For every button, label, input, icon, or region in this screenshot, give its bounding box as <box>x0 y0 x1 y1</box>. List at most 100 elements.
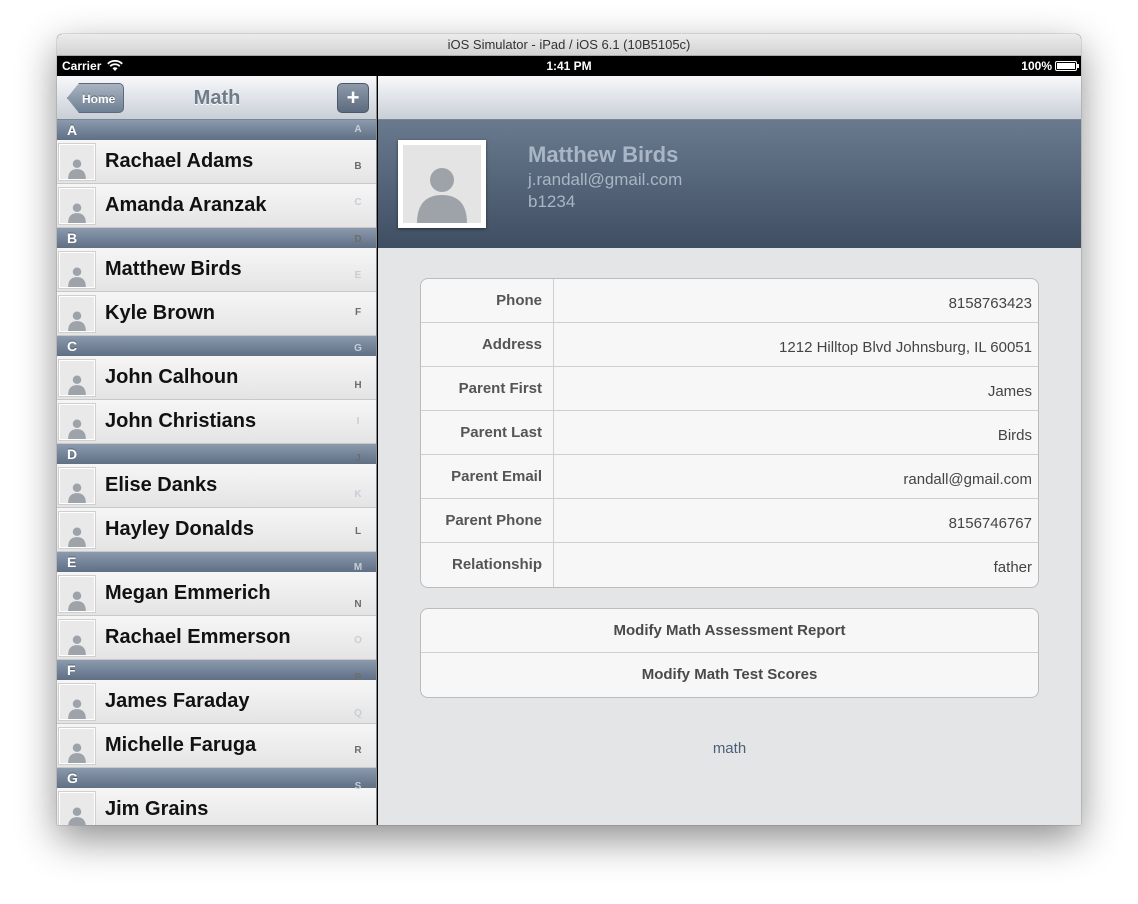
index-letter[interactable]: H <box>350 380 366 391</box>
info-label: Phone <box>421 279 554 322</box>
index-letter[interactable]: F <box>350 307 366 318</box>
person-placeholder-icon <box>59 295 95 332</box>
student-row-name: Amanda Aranzak <box>105 194 267 216</box>
student-row[interactable]: Michelle Faruga <box>57 724 376 768</box>
student-row-name: Elise Danks <box>105 474 218 496</box>
person-placeholder-icon <box>59 511 95 548</box>
simulator-window: iOS Simulator - iPad / iOS 6.1 (10B5105c… <box>57 34 1081 825</box>
battery-label: 100% <box>1021 59 1052 73</box>
info-value: Birds <box>997 427 1032 444</box>
student-row[interactable]: Rachael Emmerson <box>57 616 376 660</box>
index-letter[interactable]: O <box>350 635 366 646</box>
person-placeholder-icon <box>59 187 95 224</box>
info-row: Parent Phone 8156746767 <box>421 499 1038 543</box>
index-letter[interactable]: B <box>350 161 366 172</box>
person-placeholder-icon <box>59 403 95 440</box>
student-row-name: John Christians <box>105 410 257 432</box>
index-letter[interactable]: M <box>350 562 366 573</box>
info-label: Parent Email <box>421 455 554 498</box>
student-row-name: Michelle Faruga <box>105 734 257 756</box>
info-value: 1212 Hilltop Blvd Johnsburg, IL 60051 <box>779 339 1032 356</box>
person-placeholder-icon <box>59 683 95 720</box>
student-photo[interactable] <box>398 140 486 228</box>
info-value: father <box>993 559 1032 576</box>
student-name: Matthew Birds <box>528 142 679 167</box>
index-letter[interactable]: D <box>350 234 366 245</box>
student-row[interactable]: Elise Danks <box>57 464 376 508</box>
status-bar: Carrier 1:41 PM 100% <box>57 56 1081 76</box>
student-id: b1234 <box>528 192 576 211</box>
actions-group: Modify Math Assessment Report Modify Mat… <box>420 608 1039 698</box>
info-row: Parent Last Birds <box>421 411 1038 455</box>
person-placeholder-icon <box>59 619 95 656</box>
index-letter[interactable]: A <box>350 124 366 135</box>
index-letter[interactable]: I <box>350 416 366 427</box>
person-placeholder-icon <box>59 575 95 612</box>
info-row: Phone 8158763423 <box>421 279 1038 323</box>
index-letter[interactable]: E <box>350 270 366 281</box>
student-row-name: Kyle Brown <box>105 302 216 324</box>
battery-icon <box>1055 61 1079 71</box>
info-value: 8158763423 <box>948 295 1032 312</box>
index-letter[interactable]: G <box>350 343 366 354</box>
status-time: 1:41 PM <box>546 59 592 73</box>
info-label: Address <box>421 323 554 366</box>
add-student-button[interactable]: + <box>337 83 369 113</box>
student-row[interactable]: Megan Emmerich <box>57 572 376 616</box>
index-letter[interactable]: R <box>350 745 366 756</box>
person-placeholder-icon <box>59 791 95 825</box>
master-title: Math <box>193 87 241 109</box>
index-letter[interactable]: N <box>350 599 366 610</box>
student-row-name: Matthew Birds <box>105 258 242 280</box>
person-placeholder-icon <box>59 359 95 396</box>
section-header: E <box>57 552 376 572</box>
student-info-table: Phone 8158763423 Address 1212 Hilltop Blvd … <box>420 278 1039 588</box>
student-row-name: Rachael Adams <box>105 150 254 172</box>
master-panel: Home Math + A Rachael Adams Amanda Aranzak… <box>57 76 377 825</box>
detail-navbar <box>378 76 1081 120</box>
modify-assessment-report-button[interactable]: Modify Math Assessment Report <box>421 609 1038 653</box>
index-letter[interactable]: S <box>350 781 366 792</box>
index-letter[interactable]: Q <box>350 708 366 719</box>
student-row[interactable]: Jim Grains <box>57 788 376 825</box>
info-value: randall@gmail.com <box>903 471 1032 488</box>
person-placeholder-icon <box>59 143 95 180</box>
student-email: j.randall@gmail.com <box>528 170 683 189</box>
index-letter[interactable]: K <box>350 489 366 500</box>
student-row[interactable]: Rachael Adams <box>57 140 376 184</box>
section-header: F <box>57 660 376 680</box>
info-label: Parent Last <box>421 411 554 454</box>
detail-panel: Matthew Birds j.randall@gmail.com b1234 … <box>378 76 1081 825</box>
index-letter[interactable]: C <box>350 197 366 208</box>
student-row[interactable]: James Faraday <box>57 680 376 724</box>
student-list[interactable]: A Rachael Adams Amanda Aranzak B Matthew Bir… <box>57 120 376 825</box>
student-row-name: Rachael Emmerson <box>105 626 291 648</box>
student-row-name: Megan Emmerich <box>105 582 271 604</box>
modify-test-scores-button[interactable]: Modify Math Test Scores <box>421 653 1038 697</box>
section-header: B <box>57 228 376 248</box>
student-row[interactable]: Hayley Donalds <box>57 508 376 552</box>
section-header: D <box>57 444 376 464</box>
section-header: G <box>57 768 376 788</box>
info-label: Relationship <box>421 543 554 587</box>
subject-footnote: math <box>712 740 747 757</box>
student-row[interactable]: Amanda Aranzak <box>57 184 376 228</box>
student-row[interactable]: John Christians <box>57 400 376 444</box>
student-row[interactable]: Kyle Brown <box>57 292 376 336</box>
person-placeholder-icon <box>417 168 467 223</box>
master-navbar: Home Math + <box>57 76 376 120</box>
index-letter[interactable]: P <box>350 672 366 683</box>
info-value: James <box>987 383 1032 400</box>
person-placeholder-icon <box>59 251 95 288</box>
student-row-name: Jim Grains <box>105 798 209 820</box>
info-label: Parent Phone <box>421 499 554 542</box>
battery-indicator: 100% <box>1021 56 1079 76</box>
student-row[interactable]: John Calhoun <box>57 356 376 400</box>
person-placeholder-icon <box>59 727 95 764</box>
index-letter[interactable]: L <box>350 526 366 537</box>
student-row[interactable]: Matthew Birds <box>57 248 376 292</box>
window-title: iOS Simulator - iPad / iOS 6.1 (10B5105c… <box>57 34 1081 56</box>
info-row: Address 1212 Hilltop Blvd Johnsburg, IL 6… <box>421 323 1038 367</box>
info-row: Parent Email randall@gmail.com <box>421 455 1038 499</box>
index-letter[interactable]: J <box>350 453 366 464</box>
